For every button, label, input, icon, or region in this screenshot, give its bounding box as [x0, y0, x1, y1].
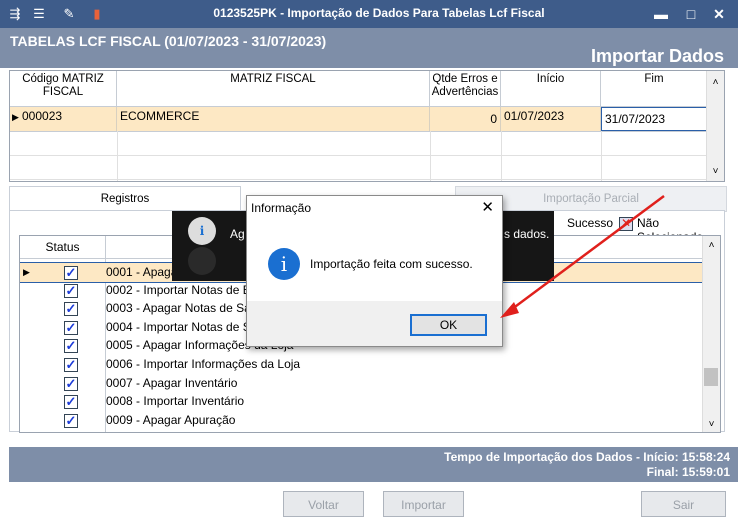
voltar-button[interactable]: Voltar: [283, 491, 364, 517]
import-time-end: Final: 15:59:01: [646, 465, 730, 479]
import-time-start: Tempo de Importação dos Dados - Início: …: [444, 450, 730, 464]
importar-button[interactable]: Importar: [383, 491, 464, 517]
import-time-footer: Tempo de Importação dos Dados - Início: …: [9, 447, 738, 482]
sair-button[interactable]: Sair: [641, 491, 726, 517]
